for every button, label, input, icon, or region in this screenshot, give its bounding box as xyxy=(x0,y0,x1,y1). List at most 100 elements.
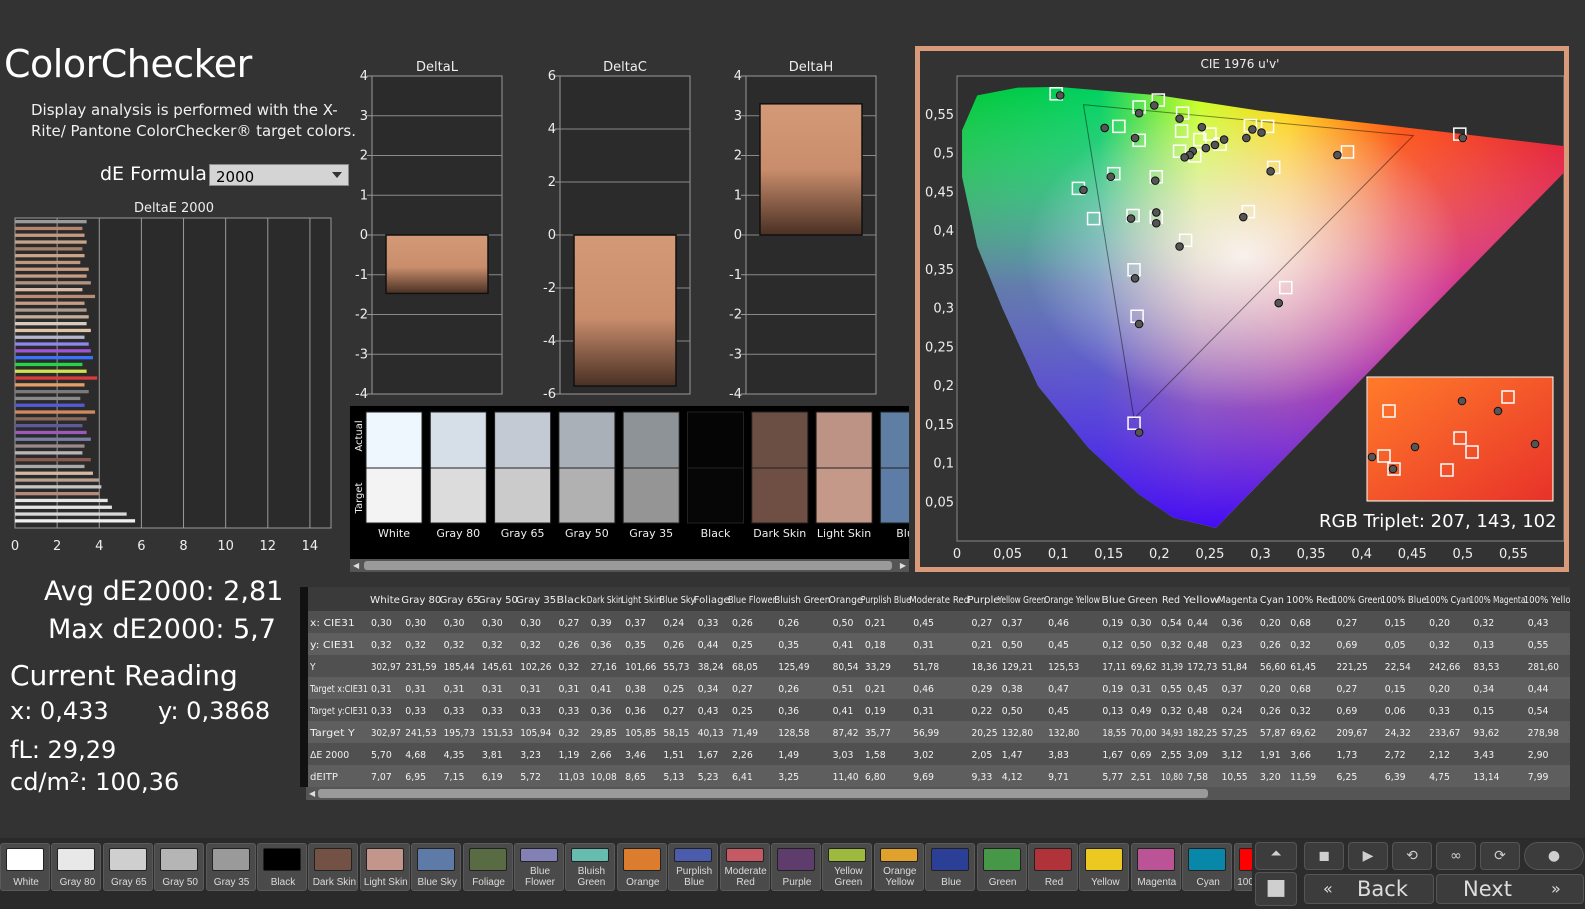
infinite-button[interactable]: ∞ xyxy=(1436,842,1476,870)
table-cell: 11,59 xyxy=(1290,772,1316,783)
table-cell: 231,59 xyxy=(405,662,436,673)
table-cell: 0,20 xyxy=(1260,684,1281,695)
table-cell: 3,46 xyxy=(625,750,646,761)
deltae-bar xyxy=(15,383,85,387)
swatch-scrollbar[interactable]: ◀ ▶ xyxy=(350,559,909,572)
deltae-bar xyxy=(15,471,93,475)
table-cell: 0,32 xyxy=(559,728,580,739)
refresh-button[interactable]: ⟳ xyxy=(1480,842,1520,870)
formula-select-value: 2000 xyxy=(216,168,255,186)
cie-x-tick-label: 0,1 xyxy=(1048,547,1069,562)
swatch-label: Dark Skin xyxy=(753,527,806,540)
inset-measured-point xyxy=(1457,396,1467,406)
patch-label: Blue xyxy=(941,877,962,888)
table-cell: 0,35 xyxy=(625,640,646,651)
table-scrollbar[interactable]: ◀ xyxy=(306,787,1570,800)
scroll-right-icon[interactable]: ▶ xyxy=(900,561,906,570)
swatch-actual xyxy=(815,411,873,469)
patch-label: White xyxy=(13,877,39,888)
table-scroll-thumb[interactable] xyxy=(318,789,1208,798)
table-cell: 2,90 xyxy=(1528,750,1549,761)
patch-button[interactable]: Gray 80 xyxy=(51,843,102,891)
patch-swatch xyxy=(57,848,96,871)
patch-button[interactable]: Magenta xyxy=(1130,843,1181,891)
table-cell: 18,55 xyxy=(1102,728,1126,739)
deltae-tick-label: 4 xyxy=(95,539,103,554)
patch-label: Moderate Red xyxy=(724,866,767,888)
patch-button[interactable]: Purple xyxy=(771,843,821,891)
table-cell: 0,51 xyxy=(833,684,854,695)
refresh-icon: ⟳ xyxy=(1494,848,1506,864)
patch-button[interactable]: Blue Sky xyxy=(411,843,462,891)
patch-button[interactable]: Orange xyxy=(616,843,667,891)
patch-button[interactable]: Dark Skin xyxy=(308,843,359,891)
formula-select[interactable]: 2000 xyxy=(209,164,349,186)
deltae-bar xyxy=(15,322,87,326)
delta-tick-label: 4 xyxy=(360,69,368,84)
patch-button[interactable]: Yellow Green xyxy=(822,843,873,891)
loop-button[interactable]: ⟲ xyxy=(1392,842,1432,870)
patch-button[interactable]: Light Skin xyxy=(359,843,410,891)
table-cell: 57,25 xyxy=(1222,728,1248,739)
patch-button[interactable]: Foliage xyxy=(462,843,513,891)
patch-button[interactable]: Gray 50 xyxy=(154,843,205,891)
cie-measured-point xyxy=(1100,123,1110,133)
patch-button[interactable]: Black xyxy=(257,843,307,891)
scroll-left-icon[interactable]: ◀ xyxy=(353,561,359,570)
record-button[interactable]: ● xyxy=(1524,842,1584,870)
swatch-label: Gray 50 xyxy=(565,527,609,540)
table-column-header: 100% Green xyxy=(1333,595,1383,606)
patch-button[interactable]: Gray 35 xyxy=(205,843,256,891)
table-cell: 0,31 xyxy=(913,640,934,651)
patch-swatch xyxy=(982,848,1021,871)
patch-label: Dark Skin xyxy=(312,877,357,888)
table-cell: 0,26 xyxy=(663,640,684,651)
table-cell: 0,48 xyxy=(1187,640,1208,651)
table-cell: 2,05 xyxy=(972,750,993,761)
patch-button[interactable]: Yellow xyxy=(1079,843,1130,891)
patch-button[interactable]: Blue xyxy=(925,843,976,891)
stop-small-button[interactable]: ◼ xyxy=(1304,842,1344,870)
table-cell: 0,31 xyxy=(1131,684,1152,695)
table-cell: 0,31 xyxy=(444,684,465,695)
table-column-header: Moderate Red xyxy=(909,595,969,606)
stop-button[interactable]: ■ xyxy=(1255,872,1297,906)
patch-swatch xyxy=(160,848,199,871)
cie-measured-point xyxy=(1175,114,1184,123)
cie-x-tick-label: 0,35 xyxy=(1297,547,1326,562)
patch-button[interactable]: Purplish Blue xyxy=(668,843,719,891)
table-column-header: Dark Skin xyxy=(587,595,623,606)
swatch-scroll-thumb[interactable] xyxy=(364,561,892,570)
swatch-target xyxy=(815,467,873,524)
cie-measured-point xyxy=(1458,133,1468,143)
deltac-chart: DeltaC 6 4 2 0 -2 -4 -6 xyxy=(543,60,691,402)
patch-button[interactable]: Moderate Red xyxy=(719,843,770,891)
table-cell: 1,47 xyxy=(1002,750,1023,761)
table-cell: 125,49 xyxy=(778,662,809,673)
table-cell: 20,25 xyxy=(972,728,998,739)
swatch-target xyxy=(494,467,552,524)
patch-button[interactable]: White xyxy=(0,843,50,891)
cie-measured-point xyxy=(1257,128,1266,137)
next-button[interactable]: Next » xyxy=(1436,874,1584,904)
table-cell: 132,80 xyxy=(1002,728,1033,739)
patch-button[interactable]: Orange Yellow xyxy=(873,843,924,891)
play-button[interactable]: ▶ xyxy=(1348,842,1388,870)
table-left-edge xyxy=(300,587,308,787)
patch-button[interactable]: Red xyxy=(1028,843,1078,891)
delta-tick-label: 2 xyxy=(734,149,742,164)
patch-button[interactable]: Blue Flower xyxy=(514,843,564,891)
table-scroll-left-icon[interactable]: ◀ xyxy=(309,789,315,798)
table-cell: 101,66 xyxy=(625,662,656,673)
back-button[interactable]: « Back xyxy=(1304,874,1434,904)
patch-button[interactable]: Cyan xyxy=(1182,843,1233,891)
collapse-button[interactable]: ⏶ xyxy=(1255,842,1297,870)
patch-button[interactable]: Gray 65 xyxy=(102,843,153,891)
deltae-bar xyxy=(15,417,87,421)
patch-button[interactable]: Bluish Green xyxy=(565,843,616,891)
patch-button[interactable]: Green xyxy=(976,843,1027,891)
measurement-table-grid: White Gray 80Gray 65Gray 50Gray 35 Black Da… xyxy=(300,587,1570,787)
table-cell: 6,39 xyxy=(1385,772,1406,783)
table-cell: 0,27 xyxy=(1337,618,1358,629)
table-cell: 0,23 xyxy=(1222,640,1243,651)
